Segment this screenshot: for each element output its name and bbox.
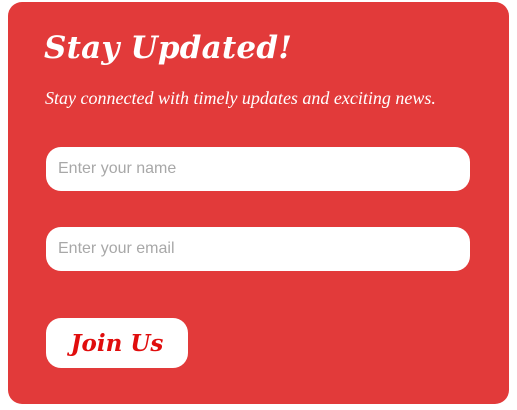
email-input[interactable] [46, 227, 470, 271]
newsletter-signup-card: Stay Updated! Stay connected with timely… [8, 2, 509, 404]
join-us-button[interactable]: Join Us [46, 318, 188, 368]
signup-subtitle: Stay connected with timely updates and e… [45, 88, 436, 108]
signup-title: Stay Updated! [44, 30, 292, 66]
name-input[interactable] [46, 147, 470, 191]
